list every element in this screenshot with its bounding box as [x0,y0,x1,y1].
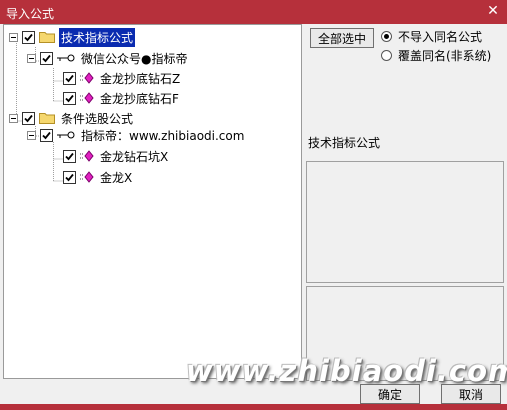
formula-icon [80,171,94,183]
tree-node-label: 金龙X [100,170,133,185]
overwrite-duplicates-option[interactable]: 覆盖同名(非系统) [381,47,491,64]
tree-node-label: 金龙抄底钻石Z [100,71,181,86]
tree-node-formula[interactable]: 金龙X [63,168,134,186]
window-bottom-border [0,404,507,410]
description-box [306,161,504,283]
close-icon[interactable]: ✕ [485,3,501,19]
check-mark-icon [42,131,51,139]
folder-icon [39,113,55,124]
tree-node-label: 指标帝：www.zhibiaodi.com [81,128,245,143]
key-icon [57,54,75,62]
collapse-toggle[interactable] [9,32,18,42]
ok-button[interactable]: 确定 [360,384,420,404]
check-mark-icon [65,152,74,160]
tree-node-label: 金龙钻石坑X [100,149,169,164]
tree-node-screening-formulas[interactable]: 条件选股公式 [9,109,135,127]
tree-node-label: 微信公众号●指标帝 [81,51,188,66]
tree-node-formula[interactable]: 金龙抄底钻石Z [63,69,182,87]
tree-node-formula[interactable]: 金龙抄底钻石F [63,89,181,107]
formula-type-label: 技术指标公式 [308,136,381,150]
checkbox[interactable] [63,170,76,184]
select-all-button[interactable]: 全部选中 [310,28,374,48]
checkbox[interactable] [22,30,35,44]
skip-duplicates-option[interactable]: 不导入同名公式 [381,28,482,45]
option-label: 不导入同名公式 [398,30,483,44]
tree-node-tech-formulas[interactable]: 技术指标公式 [9,27,136,47]
tree-node-zhibiaodi-group[interactable]: 指标帝：www.zhibiaodi.com [27,126,246,144]
checkbox[interactable] [40,128,53,142]
collapse-toggle[interactable] [27,130,36,140]
checkbox[interactable] [63,91,76,105]
option-label: 覆盖同名(非系统) [398,49,492,63]
tree-node-wechat-group[interactable]: 微信公众号●指标帝 [27,49,189,67]
collapse-toggle[interactable] [9,113,18,123]
checkbox[interactable] [40,51,53,65]
tree-node-formula[interactable]: 金龙钻石坑X [63,147,170,165]
key-icon [57,131,75,139]
folder-icon [39,32,55,43]
checkbox[interactable] [22,111,35,125]
title-bar: 导入公式 ✕ [0,0,507,24]
collapse-toggle[interactable] [27,53,36,63]
formula-tree[interactable]: 技术指标公式 微信公众号●指标帝 金龙抄底钻石Z 金龙抄底钻石F 条件选股公式 [3,24,302,379]
tree-node-label: 金龙抄底钻石F [100,91,179,106]
check-mark-icon [24,114,33,122]
window-title: 导入公式 [6,7,55,21]
check-mark-icon [65,74,74,82]
formula-icon [80,92,94,104]
radio-button[interactable] [381,31,392,42]
formula-icon [80,72,94,84]
checkbox[interactable] [63,149,76,163]
cancel-button[interactable]: 取消 [441,384,501,404]
radio-button[interactable] [381,50,392,61]
checkbox[interactable] [63,71,76,85]
watermark-text: www.zhibiaodi.com [186,354,507,388]
check-mark-icon [65,94,74,102]
check-mark-icon [42,54,51,62]
check-mark-icon [65,173,74,181]
formula-icon [80,150,94,162]
check-mark-icon [24,33,33,41]
tree-node-label: 技术指标公式 [59,27,136,47]
